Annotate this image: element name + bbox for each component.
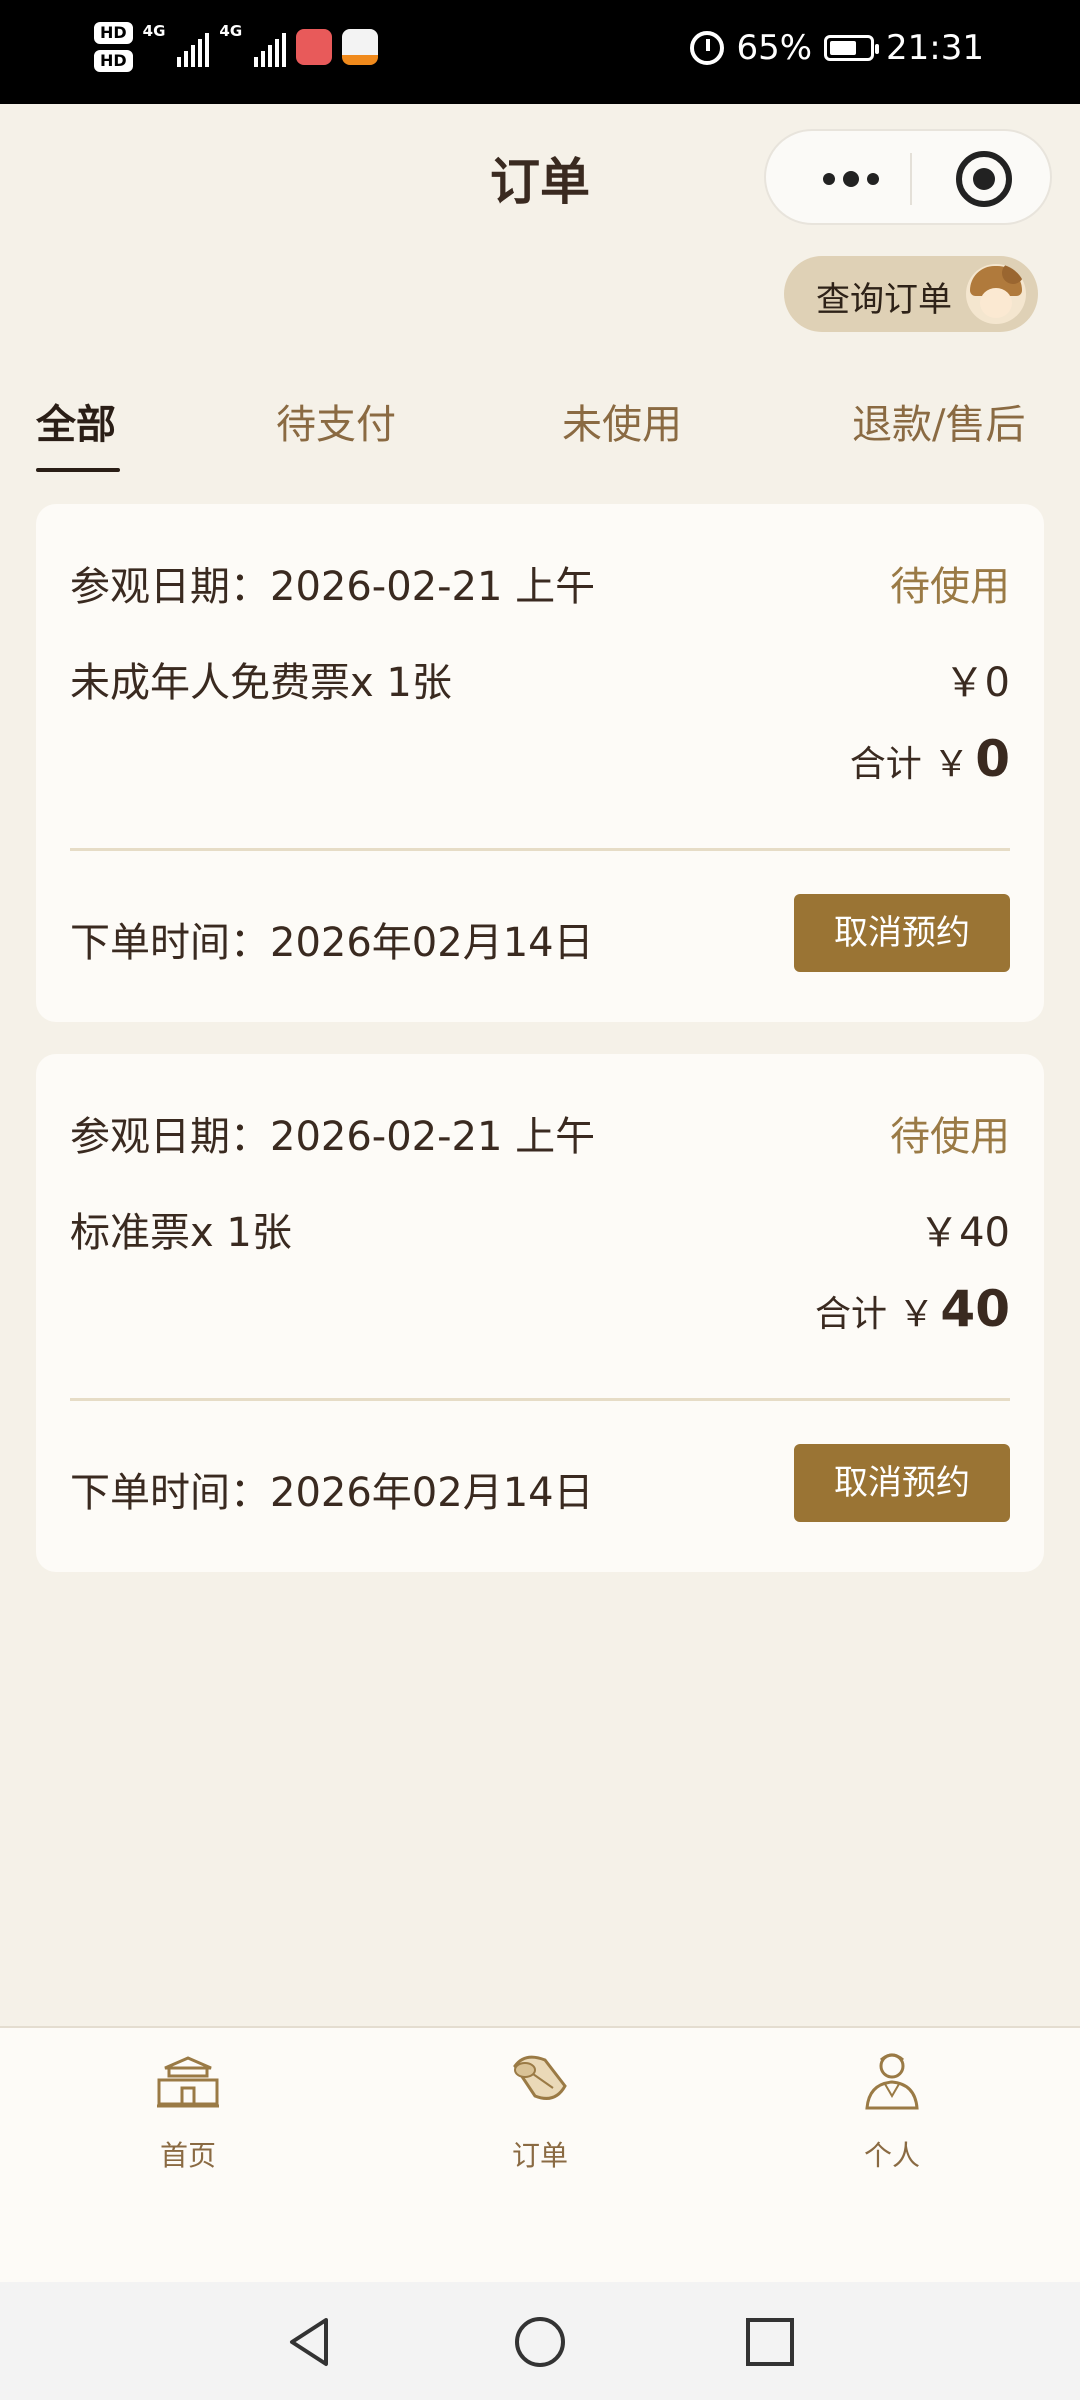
status-left: HD HD 4G 4G	[94, 22, 379, 72]
order-header-row: 参观日期：2026-02-21 上午 待使用	[70, 1104, 1010, 1162]
tab-refund[interactable]: 退款/售后	[852, 392, 1025, 450]
nav-home-label: 首页	[159, 2139, 216, 2172]
person-icon	[865, 2053, 919, 2110]
status-right: 65% 21:31	[690, 28, 984, 68]
status-bar: HD HD 4G 4G 65% 21:31	[0, 0, 1080, 104]
scroll-order-icon	[513, 2055, 567, 2100]
shop-app-icon	[342, 29, 379, 65]
card-divider	[70, 1398, 1010, 1401]
nav-home[interactable]: 首页	[88, 2046, 288, 2174]
ticket-price: ￥40	[919, 1210, 1010, 1256]
clock: 21:31	[886, 28, 984, 68]
avatar-icon	[966, 264, 1026, 324]
ticket-name: 未成年人免费票x 1张	[70, 660, 452, 706]
ticket-price: ￥0	[944, 660, 1010, 706]
back-icon[interactable]	[282, 2314, 338, 2370]
header: 订单	[0, 104, 1080, 244]
nav-orders-label: 订单	[511, 2139, 568, 2172]
order-card: 参观日期：2026-02-21 上午 待使用 标准票x 1张 ￥40 合计 ￥ …	[36, 1054, 1044, 1572]
ticket-row: 标准票x 1张 ￥40	[70, 1200, 1010, 1258]
ticket-row: 未成年人免费票x 1张 ￥0	[70, 650, 1010, 708]
order-header-row: 参观日期：2026-02-21 上午 待使用	[70, 554, 1010, 612]
nav-orders[interactable]: 订单	[440, 2046, 640, 2174]
nav-profile[interactable]: 个人	[792, 2046, 992, 2174]
order-status: 待使用	[890, 1114, 1010, 1160]
tab-unused[interactable]: 未使用	[562, 392, 682, 450]
total-row: 合计 ￥ 40	[70, 1280, 1010, 1338]
hd-badge-1: HD	[94, 22, 133, 44]
order-status: 待使用	[890, 564, 1010, 610]
order-time: 下单时间：2026年02月14日	[70, 920, 594, 966]
battery-percent: 65%	[736, 28, 813, 68]
recents-square-icon[interactable]	[742, 2314, 798, 2370]
battery-icon	[824, 35, 880, 61]
home-circle-icon[interactable]	[512, 2314, 568, 2370]
huawei-app-icon	[296, 29, 333, 65]
active-tab-indicator	[36, 468, 120, 472]
more-dots-icon[interactable]	[806, 131, 896, 227]
cancel-reservation-button[interactable]: 取消预约	[794, 1444, 1010, 1522]
order-tabs: 全部 待支付 未使用 退款/售后	[0, 380, 1080, 480]
capsule-divider	[910, 153, 912, 205]
total-label: 合计 ￥	[849, 744, 970, 785]
target-circle-icon[interactable]	[956, 151, 1012, 207]
total-amount: 40	[940, 1280, 1010, 1338]
query-order-label: 查询订单	[816, 280, 952, 320]
tab-pending-payment[interactable]: 待支付	[276, 392, 396, 450]
nav-profile-label: 个人	[863, 2139, 920, 2172]
visit-date: 参观日期：2026-02-21 上午	[70, 564, 596, 610]
network-type-2: 4G	[219, 22, 243, 40]
order-time: 下单时间：2026年02月14日	[70, 1470, 594, 1516]
total-amount: 0	[975, 730, 1010, 788]
tab-all[interactable]: 全部	[36, 392, 116, 450]
total-label: 合计 ￥	[814, 1294, 935, 1335]
ticket-name: 标准票x 1张	[70, 1210, 292, 1256]
total-row: 合计 ￥ 0	[70, 730, 1010, 788]
mini-program-capsule	[764, 129, 1052, 225]
bottom-nav: 首页 订单 个人	[0, 2026, 1080, 2282]
alarm-icon	[690, 31, 725, 65]
visit-date: 参观日期：2026-02-21 上午	[70, 1114, 596, 1160]
cancel-reservation-button[interactable]: 取消预约	[794, 894, 1010, 972]
signal-icon	[177, 27, 210, 67]
query-order-button[interactable]: 查询订单	[784, 256, 1038, 332]
system-nav-bar	[0, 2282, 1080, 2400]
hd-badge-2: HD	[94, 50, 133, 72]
palace-home-icon	[157, 2056, 219, 2108]
signal-icon-2	[254, 27, 287, 67]
card-divider	[70, 848, 1010, 851]
order-card: 参观日期：2026-02-21 上午 待使用 未成年人免费票x 1张 ￥0 合计…	[36, 504, 1044, 1022]
network-type-1: 4G	[142, 22, 166, 40]
hd-indicators: HD HD	[94, 22, 133, 72]
